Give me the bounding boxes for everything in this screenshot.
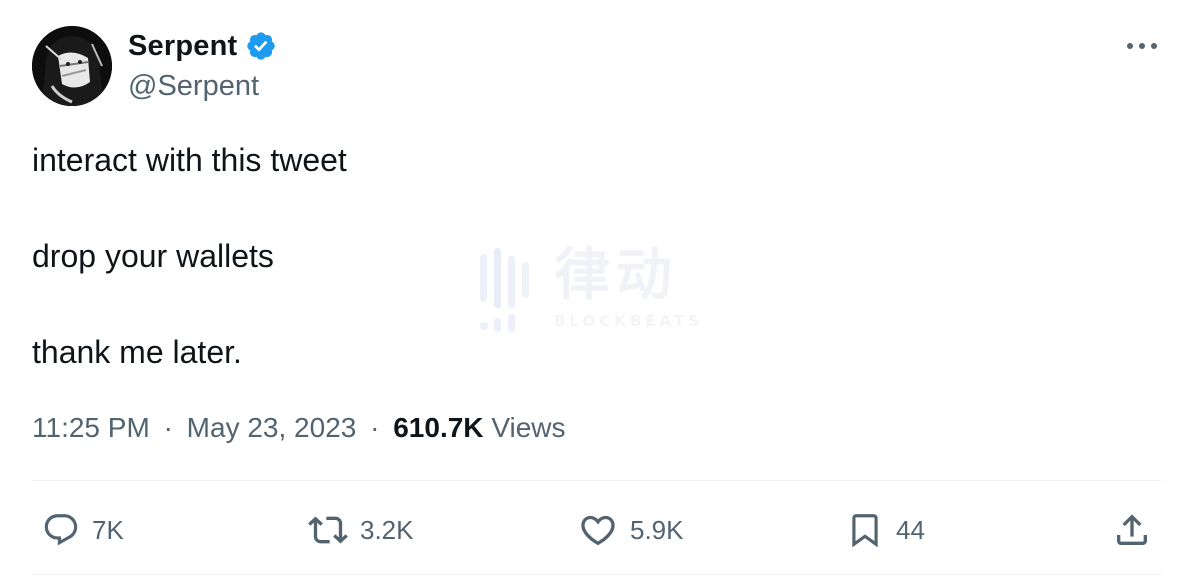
author-display-name[interactable]: Serpent [128,30,237,63]
views-label: Views [491,412,566,443]
bookmark-count: 44 [896,514,925,545]
reply-count: 7K [92,514,124,545]
share-button[interactable] [1112,500,1152,560]
action-bar: 7K 3.2K 5.9K 44 [0,500,1194,560]
author-avatar[interactable] [32,26,112,106]
more-options-button[interactable] [1124,34,1160,58]
watermark-chinese-text: 律动 [554,243,678,308]
meta-separator: · [370,412,380,443]
more-horizontal-icon [1127,43,1157,49]
avatar-image [32,26,112,106]
reply-bubble-icon [44,514,78,546]
tweet-time[interactable]: 11:25 PM [32,412,150,443]
tweet-line: interact with this tweet [32,142,347,178]
author-name-row: Serpent [128,28,277,64]
watermark-english-text: BLOCKBEATS [554,312,703,330]
heart-icon [581,515,615,546]
author-info: Serpent @Serpent [128,28,277,103]
divider [32,574,1162,575]
retweet-arrows-icon [308,516,348,544]
tweet-meta: 11:25 PM · May 23, 2023 · 610.7K Views [32,408,566,448]
tweet-text: interact with this tweet drop your walle… [32,136,347,376]
like-count: 5.9K [630,514,684,545]
meta-separator: · [163,412,173,443]
bookmark-button[interactable]: 44 [846,500,925,560]
tweet-line: thank me later. [32,334,242,370]
retweet-count: 3.2K [360,514,414,545]
retweet-button[interactable]: 3.2K [308,500,414,560]
author-handle[interactable]: @Serpent [128,70,277,103]
views-count[interactable]: 610.7K [393,412,483,443]
tweet-date[interactable]: May 23, 2023 [187,412,357,443]
like-button[interactable]: 5.9K [578,500,684,560]
blockbeats-watermark: 律动 BLOCKBEATS [474,244,724,336]
share-upload-icon [1117,514,1147,545]
tweet-card: Serpent @Serpent interact with this twee… [0,0,1194,578]
divider [32,480,1162,481]
verified-badge-icon[interactable] [245,30,277,62]
watermark-logo-icon [480,248,529,332]
reply-button[interactable]: 7K [42,500,124,560]
bookmark-icon [852,514,878,548]
tweet-line: drop your wallets [32,238,274,274]
